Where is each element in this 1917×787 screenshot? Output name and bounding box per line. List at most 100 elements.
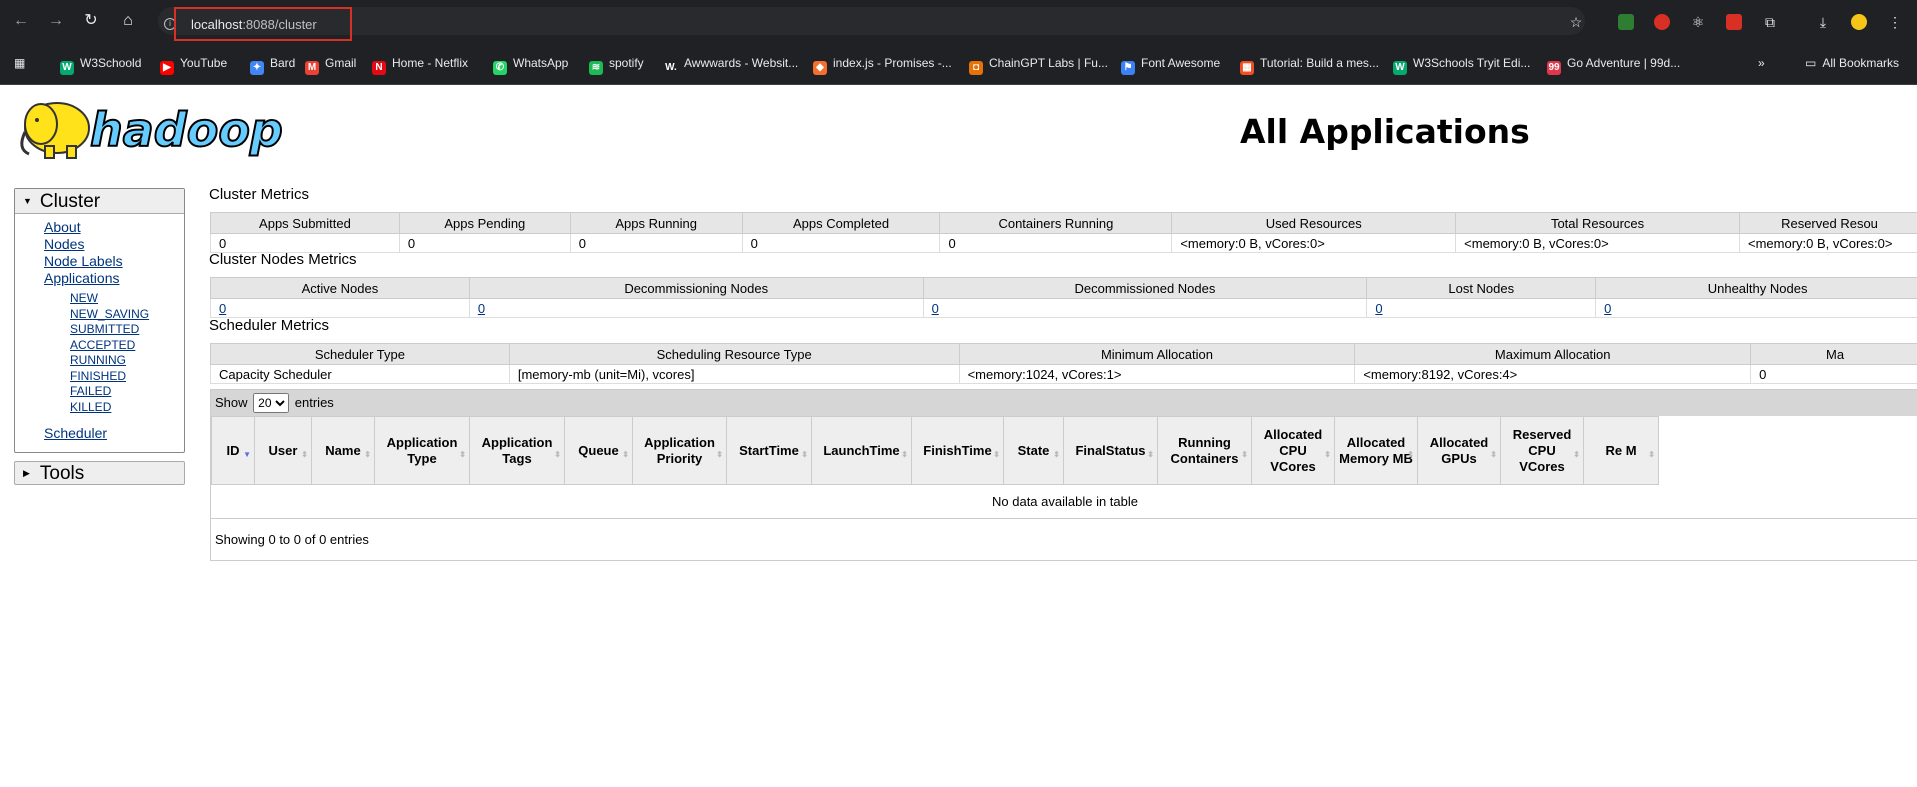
column-header-state[interactable]: State ⬍ bbox=[1003, 416, 1064, 485]
column-header-finalstatus[interactable]: FinalStatus ⬍ bbox=[1063, 416, 1158, 485]
nav-link-node-labels[interactable]: Node Labels bbox=[15, 253, 184, 270]
bookmark-item[interactable]: W W3Schoold bbox=[60, 55, 141, 75]
nav-state-finished[interactable]: FINISHED bbox=[15, 369, 184, 385]
metric-header[interactable]: Minimum Allocation bbox=[958, 343, 1356, 365]
column-header-queue[interactable]: Queue ⬍ bbox=[564, 416, 633, 485]
metric-header[interactable]: Containers Running bbox=[939, 212, 1173, 234]
column-header-id[interactable]: ID ▼ bbox=[211, 416, 255, 485]
metric-header[interactable]: Maximum Allocation bbox=[1354, 343, 1752, 365]
column-header-starttime[interactable]: StartTime ⬍ bbox=[726, 416, 812, 485]
metric-header[interactable]: Scheduling Resource Type bbox=[508, 343, 960, 365]
extension-calendar-icon[interactable] bbox=[1618, 14, 1634, 30]
metric-header[interactable]: Decommissioned Nodes bbox=[922, 277, 1368, 299]
cluster-header[interactable]: ▼ Cluster bbox=[15, 189, 184, 214]
nav-state-accepted[interactable]: ACCEPTED bbox=[15, 338, 184, 354]
column-label: Name bbox=[325, 442, 361, 458]
nav-link-nodes[interactable]: Nodes bbox=[15, 236, 184, 253]
bookmark-item[interactable]: ✦ Bard bbox=[250, 55, 295, 75]
column-header-reserved-cpu-vcores[interactable]: Reserved CPU VCores ⬍ bbox=[1500, 416, 1584, 485]
extension-react-icon[interactable]: ⚛ bbox=[1690, 14, 1706, 30]
metric-header[interactable]: Apps Pending bbox=[398, 212, 571, 234]
metric-header[interactable]: Unhealthy Nodes bbox=[1595, 277, 1917, 299]
address-bar[interactable] bbox=[158, 7, 1585, 35]
metric-header[interactable]: Apps Completed bbox=[741, 212, 941, 234]
column-header-name[interactable]: Name ⬍ bbox=[311, 416, 375, 485]
bookmarks-bar: ▦ W W3Schoold ▶ YouTube ✦ Bard M Gmail N Home - N… bbox=[0, 42, 1917, 85]
bookmark-star-icon[interactable]: ☆ bbox=[1568, 14, 1584, 30]
metric-header[interactable]: Reserved Resou bbox=[1738, 212, 1917, 234]
metric-header[interactable]: Apps Submitted bbox=[210, 212, 400, 234]
home-icon[interactable]: ⌂ bbox=[117, 10, 139, 32]
metric-value-link[interactable]: 0 bbox=[932, 301, 939, 316]
nav-scheduler-link[interactable]: Scheduler bbox=[15, 425, 184, 442]
bookmark-item[interactable]: ◆ index.js - Promises -... bbox=[813, 55, 952, 75]
nav-state-new[interactable]: NEW bbox=[15, 291, 184, 307]
bookmark-item[interactable]: ✆ WhatsApp bbox=[493, 55, 568, 75]
column-header-application-tags[interactable]: Application Tags ⬍ bbox=[469, 416, 565, 485]
apps-grid-icon[interactable]: ▦ bbox=[14, 55, 25, 71]
column-header-application-type[interactable]: Application Type ⬍ bbox=[374, 416, 470, 485]
metric-value: 0 bbox=[922, 298, 1368, 318]
column-header-allocated-memory-mb[interactable]: Allocated Memory MB ⬍ bbox=[1334, 416, 1418, 485]
extension-stop-icon[interactable] bbox=[1654, 14, 1670, 30]
bookmark-label: W3Schools Tryit Edi... bbox=[1413, 56, 1531, 70]
youtube-icon: ▶ bbox=[160, 61, 174, 75]
bookmark-item[interactable]: ▦ Tutorial: Build a mes... bbox=[1240, 55, 1379, 75]
download-icon[interactable]: ⤓ bbox=[1815, 14, 1831, 30]
nav-state-submitted[interactable]: SUBMITTED bbox=[15, 322, 184, 338]
column-header-finishtime[interactable]: FinishTime ⬍ bbox=[911, 416, 1004, 485]
page-size-select[interactable]: 20 bbox=[253, 393, 290, 413]
nav-link-applications[interactable]: Applications bbox=[15, 270, 184, 287]
tools-header[interactable]: ▶ Tools bbox=[14, 461, 185, 485]
cluster-metrics-title: Cluster Metrics bbox=[209, 186, 310, 203]
metric-header[interactable]: Lost Nodes bbox=[1366, 277, 1597, 299]
nav-state-running[interactable]: RUNNING bbox=[15, 353, 184, 369]
forward-icon[interactable]: → bbox=[45, 10, 67, 32]
sort-icon: ⬍ bbox=[622, 450, 629, 459]
nav-link-about[interactable]: About bbox=[15, 219, 184, 236]
metric-header[interactable]: Scheduler Type bbox=[210, 343, 510, 365]
metric-value: 0 bbox=[569, 233, 743, 253]
bookmark-item[interactable]: N Home - Netflix bbox=[372, 55, 468, 75]
column-header-allocated-cpu-vcores[interactable]: Allocated CPU VCores ⬍ bbox=[1251, 416, 1335, 485]
profile-avatar[interactable] bbox=[1851, 14, 1867, 30]
metric-value: 0 bbox=[398, 233, 571, 253]
metric-header[interactable]: Used Resources bbox=[1171, 212, 1457, 234]
bookmark-item[interactable]: ≋ spotify bbox=[589, 55, 644, 75]
reload-icon[interactable]: ↻ bbox=[80, 10, 102, 32]
metric-value-link[interactable]: 0 bbox=[1375, 301, 1382, 316]
metric-value-link[interactable]: 0 bbox=[1604, 301, 1611, 316]
metric-value-link[interactable]: 0 bbox=[478, 301, 485, 316]
browser-menu-icon[interactable]: ⋮ bbox=[1887, 14, 1903, 30]
column-header-user[interactable]: User ⬍ bbox=[254, 416, 312, 485]
column-header-application-priority[interactable]: Application Priority ⬍ bbox=[632, 416, 727, 485]
column-header-running-containers[interactable]: Running Containers ⬍ bbox=[1157, 416, 1252, 485]
metric-header[interactable]: Total Resources bbox=[1455, 212, 1740, 234]
extensions-puzzle-icon[interactable]: ⧉ bbox=[1762, 14, 1778, 30]
metric-value-link[interactable]: 0 bbox=[219, 301, 226, 316]
back-icon[interactable]: ← bbox=[10, 10, 32, 32]
metric-header[interactable]: Active Nodes bbox=[210, 277, 470, 299]
nav-state-failed[interactable]: FAILED bbox=[15, 384, 184, 400]
column-label: Allocated CPU VCores bbox=[1263, 426, 1323, 474]
column-label: Application Priority bbox=[644, 434, 715, 466]
metric-header[interactable]: Apps Running bbox=[569, 212, 743, 234]
column-header-launchtime[interactable]: LaunchTime ⬍ bbox=[811, 416, 912, 485]
bookmark-item[interactable]: ▶ YouTube bbox=[160, 55, 227, 75]
bookmark-item[interactable]: M Gmail bbox=[305, 55, 356, 75]
metric-header[interactable]: Ma bbox=[1750, 343, 1917, 365]
more-bookmarks-icon[interactable]: » bbox=[1758, 55, 1765, 71]
all-bookmarks-button[interactable]: ▭ All Bookmarks bbox=[1805, 55, 1899, 71]
column-header-allocated-gpus[interactable]: Allocated GPUs ⬍ bbox=[1417, 416, 1501, 485]
column-label: Allocated Memory MB bbox=[1339, 434, 1413, 466]
extension-video-icon[interactable] bbox=[1726, 14, 1742, 30]
bookmark-item[interactable]: ◘ ChainGPT Labs | Fu... bbox=[969, 55, 1108, 75]
bookmark-item[interactable]: 99 Go Adventure | 99d... bbox=[1547, 55, 1680, 75]
metric-header[interactable]: Decommissioning Nodes bbox=[468, 277, 924, 299]
nav-state-killed[interactable]: KILLED bbox=[15, 400, 184, 416]
bookmark-item[interactable]: ⚑ Font Awesome bbox=[1121, 55, 1220, 75]
column-header-re-m[interactable]: Re M ⬍ bbox=[1583, 416, 1659, 485]
bookmark-item[interactable]: W W3Schools Tryit Edi... bbox=[1393, 55, 1531, 75]
bookmark-item[interactable]: W. Awwwards - Websit... bbox=[664, 55, 798, 75]
nav-state-new_saving[interactable]: NEW_SAVING bbox=[15, 307, 184, 323]
